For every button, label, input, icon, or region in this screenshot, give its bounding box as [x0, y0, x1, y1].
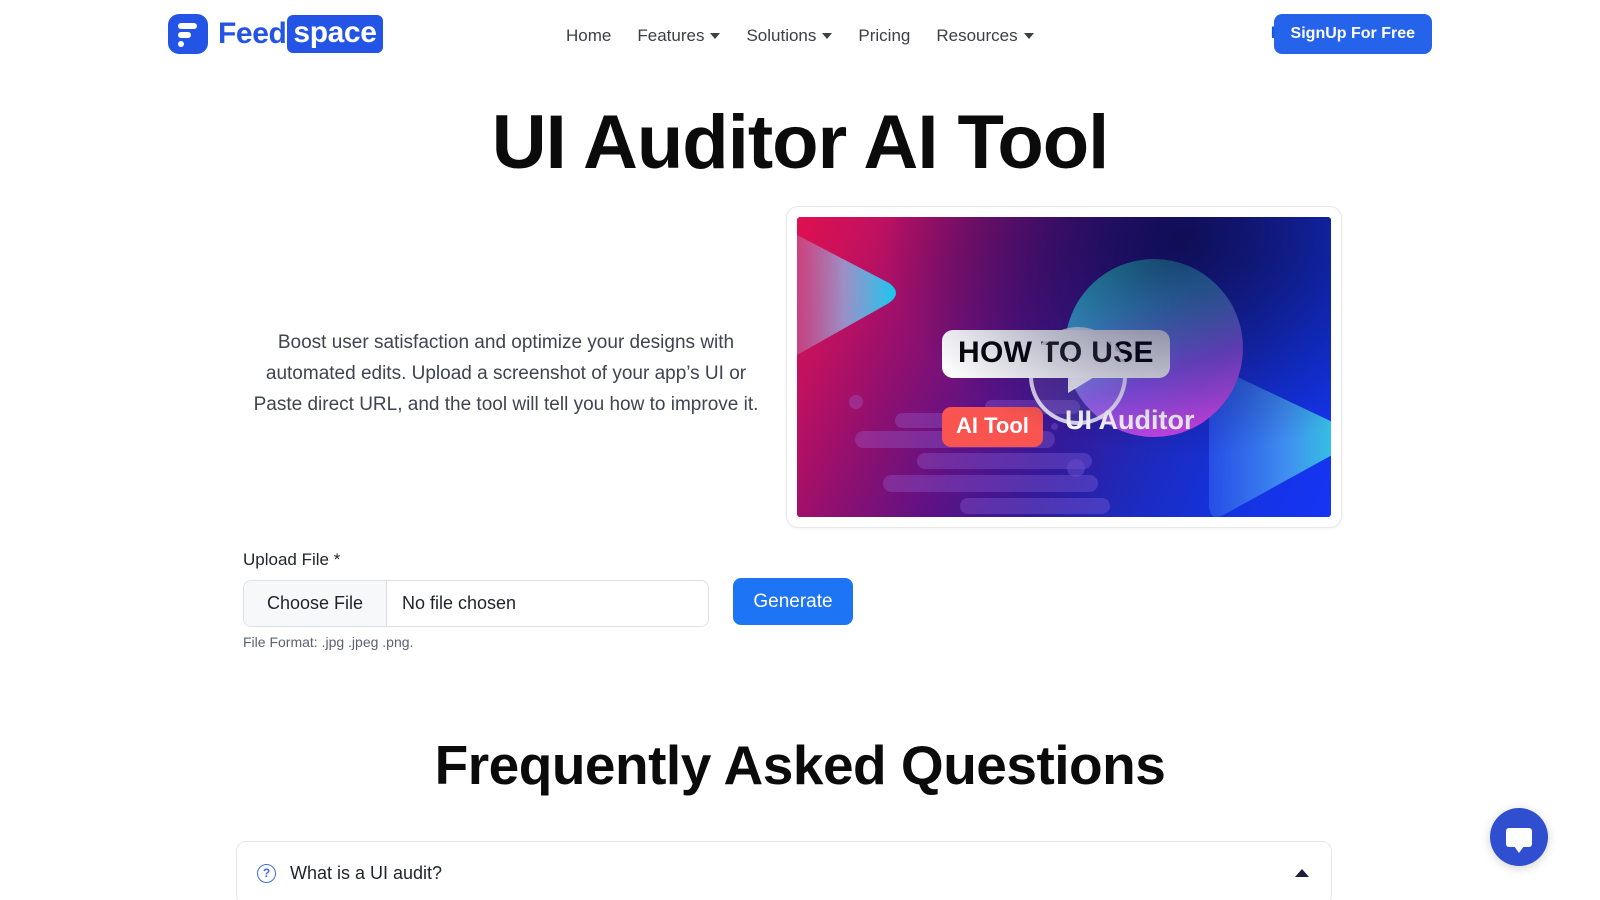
video-thumbnail[interactable]: HOW TO USE AI Tool UI Auditor [797, 217, 1331, 517]
chevron-down-icon [710, 32, 721, 39]
logo-text-feed: Feed [218, 17, 287, 50]
nav-item-solutions[interactable]: Solutions [746, 22, 858, 50]
file-upload-input[interactable]: Choose File No file chosen [243, 580, 709, 627]
video-headline: HOW TO USE [958, 336, 1154, 369]
nav-item-label: Features [637, 26, 705, 45]
video-badge: AI Tool [942, 407, 1043, 447]
speedline-decoration [849, 395, 1155, 517]
logo[interactable]: Feed space [168, 14, 383, 54]
nav-item-home[interactable]: Home [566, 22, 637, 50]
upload-file-label: Upload File * [243, 550, 341, 569]
nav-item-label: Pricing [858, 26, 911, 45]
video-card: HOW TO USE AI Tool UI Auditor [786, 206, 1342, 528]
logo-text: Feed space [218, 15, 383, 53]
nav-item-resources[interactable]: Resources [936, 22, 1059, 50]
chevron-decoration-right-icon [1197, 355, 1331, 517]
chevron-decoration-left-icon [797, 221, 901, 371]
chevron-down-icon [822, 32, 833, 39]
nav-item-label: Solutions [746, 26, 817, 45]
file-format-hint: File Format: .jpg .jpeg .png. [243, 634, 414, 650]
faq-item[interactable]: ? What is a UI audit? [236, 841, 1332, 900]
circle-decoration [1065, 259, 1243, 437]
chat-bubble-icon [1506, 827, 1532, 853]
page-root: Feed space Home Features Solutions Pricin… [0, 0, 1600, 900]
video-headline-box: HOW TO USE [942, 330, 1170, 378]
chevron-up-icon[interactable] [1295, 869, 1309, 877]
site-header: Feed space Home Features Solutions Pricin… [0, 0, 1600, 68]
nav-item-label: Home [566, 26, 612, 45]
hero-description: Boost user satisfaction and optimize you… [253, 332, 759, 415]
page-title: UI Auditor AI Tool [491, 100, 1110, 185]
nav-item-features[interactable]: Features [637, 22, 746, 50]
video-subtitle: UI Auditor [1065, 405, 1195, 435]
signup-button[interactable]: SignUp For Free [1273, 14, 1432, 54]
play-icon[interactable] [1029, 327, 1127, 425]
file-status-text: No file chosen [402, 593, 517, 613]
nav-item-pricing[interactable]: Pricing [858, 22, 936, 50]
chevron-down-icon [1023, 32, 1034, 39]
chat-widget-button[interactable] [1490, 808, 1548, 866]
question-mark-icon: ? [257, 863, 276, 883]
faq-question: What is a UI audit? [290, 862, 443, 883]
main-nav: Home Features Solutions Pricing Resource… [566, 22, 1060, 50]
faq-section-title: Frequently Asked Questions [434, 734, 1166, 796]
logo-text-space: space [287, 15, 383, 53]
nav-item-label: Resources [936, 26, 1018, 45]
video-badge-label: AI Tool [956, 413, 1029, 438]
choose-file-button[interactable]: Choose File [244, 581, 387, 626]
generate-button[interactable]: Generate [733, 578, 853, 625]
feedspace-logo-icon [168, 14, 208, 54]
